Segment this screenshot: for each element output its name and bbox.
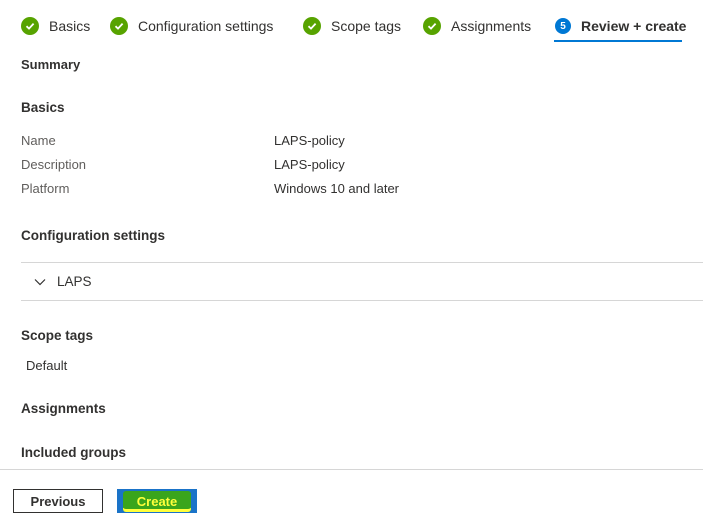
- active-step-indicator: [554, 40, 682, 42]
- configuration-settings-heading: Configuration settings: [21, 228, 165, 243]
- accordion-label: LAPS: [57, 274, 92, 289]
- checkmark-circle-icon: [303, 17, 321, 35]
- footer-divider: [0, 469, 703, 470]
- summary-heading: Summary: [21, 57, 81, 72]
- step-basics[interactable]: Basics: [21, 14, 90, 38]
- laps-accordion[interactable]: LAPS: [21, 262, 703, 301]
- assignments-heading: Assignments: [21, 401, 106, 416]
- platform-value: Windows 10 and later: [274, 181, 400, 196]
- checkmark-circle-icon: [110, 17, 128, 35]
- step-label: Review + create: [581, 18, 687, 34]
- step-configuration-settings[interactable]: Configuration settings: [110, 14, 273, 38]
- description-value: LAPS-policy: [274, 157, 345, 172]
- create-button-label: Create: [122, 490, 192, 512]
- included-groups-heading: Included groups: [21, 445, 127, 460]
- step-number-badge: 5: [555, 18, 571, 34]
- step-label: Basics: [49, 18, 91, 34]
- scope-tags-heading: Scope tags: [21, 328, 94, 343]
- checkmark-circle-icon: [21, 17, 39, 35]
- previous-button[interactable]: Previous: [13, 489, 103, 513]
- step-label: Configuration settings: [138, 18, 274, 34]
- wizard-steps: Basics Configuration settings Scope tags…: [0, 0, 703, 50]
- name-label: Name: [21, 133, 56, 148]
- create-button[interactable]: Create: [117, 489, 197, 513]
- platform-label: Platform: [21, 181, 70, 196]
- basics-heading: Basics: [21, 100, 65, 115]
- description-label: Description: [21, 157, 87, 172]
- name-value: LAPS-policy: [274, 133, 345, 148]
- scope-tag-value: Default: [26, 358, 68, 373]
- step-label: Assignments: [451, 18, 532, 34]
- step-scope-tags[interactable]: Scope tags: [303, 14, 401, 38]
- review-create-page: Basics Configuration settings Scope tags…: [0, 0, 703, 523]
- chevron-down-icon: [33, 275, 47, 289]
- step-label: Scope tags: [331, 18, 402, 34]
- step-assignments[interactable]: Assignments: [423, 14, 531, 38]
- checkmark-circle-icon: [423, 17, 441, 35]
- step-review-create[interactable]: 5 Review + create: [555, 14, 686, 38]
